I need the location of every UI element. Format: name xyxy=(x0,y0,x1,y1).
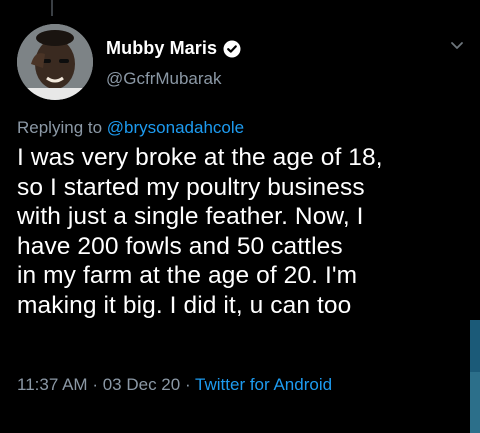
meta-separator: · xyxy=(184,375,191,394)
replying-to-mention-link[interactable]: @brysonadahcole xyxy=(107,118,244,137)
replying-to-line: Replying to @brysonadahcole xyxy=(17,118,244,138)
avatar-image xyxy=(17,24,93,100)
replying-to-label: Replying to xyxy=(17,118,103,137)
user-handle[interactable]: @GcfrMubarak xyxy=(106,69,222,89)
tweet-source-link[interactable]: Twitter for Android xyxy=(195,375,332,394)
verified-badge-icon xyxy=(223,40,241,58)
tweet-date[interactable]: 03 Dec 20 xyxy=(103,375,181,394)
chevron-down-icon[interactable] xyxy=(448,36,466,54)
tweet-body: I was very broke at the age of 18, so I … xyxy=(17,144,383,319)
display-name[interactable]: Mubby Maris xyxy=(106,38,217,59)
avatar[interactable] xyxy=(17,24,93,100)
meta-separator: · xyxy=(92,375,98,394)
tweet-time[interactable]: 11:37 AM xyxy=(17,375,88,394)
edge-background-strip-lower xyxy=(470,372,480,433)
tweet-metadata: 11:37 AM · 03 Dec 20 · Twitter for Andro… xyxy=(17,375,332,395)
thread-connector-line xyxy=(51,0,53,16)
author-name-row: Mubby Maris xyxy=(106,38,241,59)
